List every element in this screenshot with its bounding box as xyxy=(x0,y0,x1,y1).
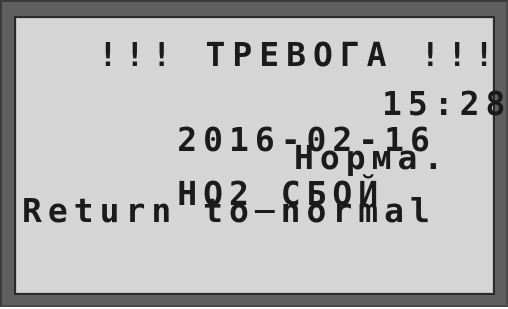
alarm-message: Return to normal xyxy=(22,191,436,230)
alarm-title: !!! ТРЕВОГА !!! xyxy=(98,35,502,74)
alarm-time: 15:28 xyxy=(382,84,508,123)
lcd-screen: !!! ТРЕВОГА !!! 2016-02-16 15:28 НО2_СБО… xyxy=(14,16,505,295)
device-bezel: !!! ТРЕВОГА !!! 2016-02-16 15:28 НО2_СБО… xyxy=(0,0,508,307)
event-state: Норма. xyxy=(294,138,450,177)
